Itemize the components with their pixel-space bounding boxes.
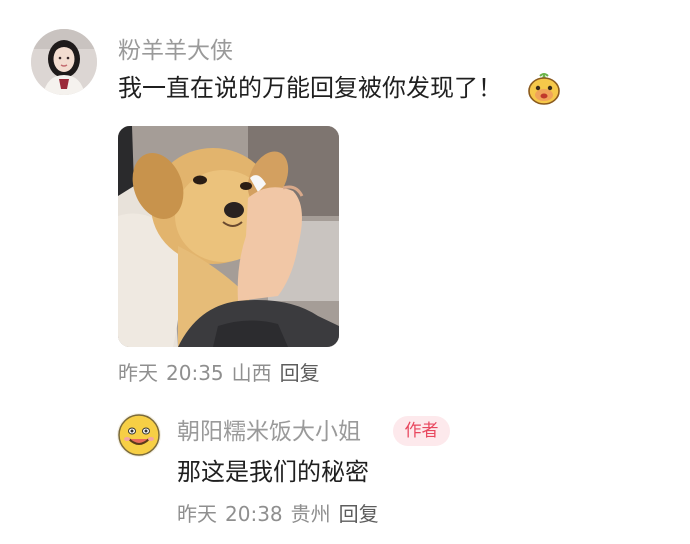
replier-avatar[interactable] bbox=[117, 413, 161, 457]
reply-location: 贵州 bbox=[290, 502, 331, 526]
smiley-face-icon bbox=[118, 414, 160, 456]
commenter-username[interactable]: 粉羊羊大侠 bbox=[118, 37, 233, 65]
comment-text: 我一直在说的万能回复被你发现了！ bbox=[118, 74, 502, 102]
puppy-photo[interactable] bbox=[118, 126, 339, 347]
comment-reply-button[interactable]: 回复 bbox=[280, 361, 320, 385]
reply-day: 昨天 bbox=[177, 502, 217, 526]
comment-time: 20:35 bbox=[166, 361, 224, 385]
reply-text: 那这是我们的秘密 bbox=[177, 458, 369, 486]
cartoon-face-sticker-icon bbox=[526, 70, 562, 106]
reply-reply-button[interactable]: 回复 bbox=[339, 502, 379, 526]
comment-location: 山西 bbox=[231, 361, 272, 385]
comment-meta: 昨天 20:35 山西 回复 bbox=[118, 360, 320, 386]
reply-meta: 昨天 20:38 贵州 回复 bbox=[177, 501, 379, 527]
author-badge: 作者 bbox=[393, 416, 450, 446]
commenter-avatar[interactable] bbox=[31, 29, 97, 95]
comment-day: 昨天 bbox=[118, 361, 158, 385]
reply-time: 20:38 bbox=[225, 502, 283, 526]
user-portrait-icon bbox=[31, 29, 97, 95]
puppy-photo-icon bbox=[118, 126, 339, 347]
replier-username[interactable]: 朝阳糯米饭大小姐 bbox=[177, 418, 361, 446]
